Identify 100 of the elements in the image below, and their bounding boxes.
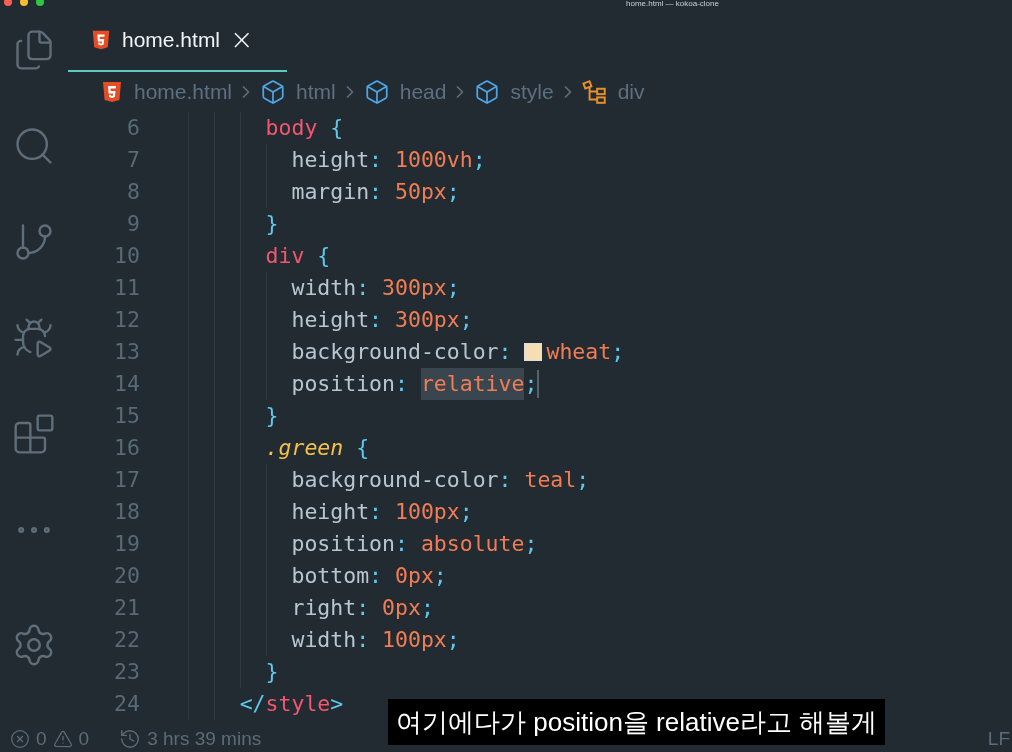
property-value: wheat (546, 337, 612, 366)
selector-text: style (265, 689, 331, 718)
close-tab-button[interactable]: × (230, 26, 254, 54)
punctuation-text: : (498, 337, 513, 366)
property-value: 100px (395, 497, 460, 526)
punctuation-text: : (395, 369, 409, 398)
punctuation-text: ; (446, 625, 460, 654)
line-number: 7 (126, 145, 140, 174)
punctuation-text: ; (576, 465, 590, 494)
window-title: home.html — kokoa-clone (626, 0, 719, 8)
cube-icon (363, 79, 390, 105)
line-number: 6 (126, 113, 140, 142)
line-number: 21 (113, 593, 140, 622)
html5-icon (90, 29, 112, 51)
cube-icon (260, 79, 287, 105)
property-value: 50px (395, 177, 447, 206)
color-swatch[interactable] (524, 343, 543, 361)
editor-tab[interactable]: home.html × (68, 10, 287, 72)
punctuation-text: : (369, 305, 384, 334)
punctuation-text: { (355, 433, 370, 462)
punctuation-text: } (265, 657, 279, 686)
property-value: 100px (382, 625, 447, 654)
error-icon[interactable] (10, 729, 30, 749)
punctuation-text: ; (420, 593, 434, 622)
property-name: right (291, 593, 357, 622)
punctuation-text: : (369, 177, 384, 206)
subtitle-caption: 여기에다가 position을 relative라고 해볼게 (388, 699, 886, 745)
line-ending[interactable]: LF (987, 724, 1012, 752)
property-name: bottom (291, 561, 370, 590)
punctuation-text: ; (524, 529, 538, 558)
property-name: width (291, 625, 357, 654)
punctuation-text: { (316, 241, 331, 270)
punctuation-text: : (356, 593, 371, 622)
property-value: 300px (395, 305, 460, 334)
line-number: 17 (113, 465, 140, 494)
property-value: teal (524, 465, 577, 494)
property-name: height (291, 305, 370, 334)
punctuation-text: ; (446, 273, 460, 302)
punctuation-text: { (329, 113, 344, 142)
warning-icon[interactable] (52, 729, 73, 749)
punctuation-text: ; (433, 561, 447, 590)
punctuation-text: : (498, 465, 513, 494)
line-number: 9 (126, 209, 140, 238)
highlighted-value: relative (420, 367, 525, 401)
punctuation-text: : (369, 145, 384, 174)
property-name: height (291, 497, 370, 526)
punctuation-text: </ (239, 689, 266, 718)
punctuation-text: ; (459, 497, 473, 526)
punctuation-text: : (356, 273, 371, 302)
breadcrumb-item[interactable]: div (617, 76, 645, 108)
breadcrumb-item[interactable]: home.html (134, 76, 233, 108)
line-number: 24 (113, 689, 140, 718)
property-value: 1000vh (395, 145, 473, 174)
property-name: position (291, 529, 395, 558)
blocks-icon[interactable] (12, 412, 56, 456)
line-number: 16 (113, 433, 140, 462)
punctuation-text: : (356, 625, 371, 654)
breadcrumb-item[interactable]: head (399, 76, 447, 108)
punctuation-text: > (330, 689, 344, 718)
punctuation-text: } (265, 209, 279, 238)
selector-text: body (265, 113, 318, 142)
warning-count[interactable]: 0 (78, 724, 90, 752)
breadcrumb-item[interactable]: style (510, 76, 554, 108)
property-name: margin (291, 177, 370, 206)
history-icon[interactable] (119, 728, 142, 750)
line-number: 18 (113, 497, 140, 526)
property-name: background-color (291, 465, 499, 494)
line-number: 8 (126, 177, 140, 206)
punctuation-text: : (395, 529, 409, 558)
property-value: 300px (382, 273, 447, 302)
punctuation-text: } (265, 401, 279, 430)
line-number: 11 (113, 273, 140, 302)
punctuation-text: ; (459, 305, 473, 334)
line-number: 14 (113, 369, 140, 398)
session-time[interactable]: 3 hrs 39 mins (147, 724, 262, 752)
property-name: position (291, 369, 395, 398)
property-name: background-color (291, 337, 499, 366)
line-number: 22 (113, 625, 140, 654)
breadcrumb-item[interactable]: html (296, 76, 336, 108)
punctuation-text: ; (446, 177, 460, 206)
property-value: 0px (382, 593, 421, 622)
html5-icon (100, 80, 124, 104)
line-number: 23 (113, 657, 140, 686)
property-value: absolute (420, 529, 525, 558)
property-name: width (291, 273, 357, 302)
property-name: height (291, 145, 370, 174)
error-count[interactable]: 0 (36, 724, 47, 752)
punctuation-text: ; (611, 337, 625, 366)
line-number: 13 (113, 337, 140, 366)
cube-icon (474, 79, 501, 105)
property-value: 0px (395, 561, 434, 590)
line-number: 15 (113, 401, 140, 430)
text-cursor (537, 370, 540, 398)
selector-text: div (265, 241, 305, 270)
class-selector-text: .green (265, 433, 344, 462)
punctuation-text: ; (472, 145, 486, 174)
punctuation-text: : (369, 561, 384, 590)
tab-label: home.html (122, 27, 221, 54)
punctuation-text: ; (524, 369, 538, 398)
punctuation-text: : (369, 497, 384, 526)
